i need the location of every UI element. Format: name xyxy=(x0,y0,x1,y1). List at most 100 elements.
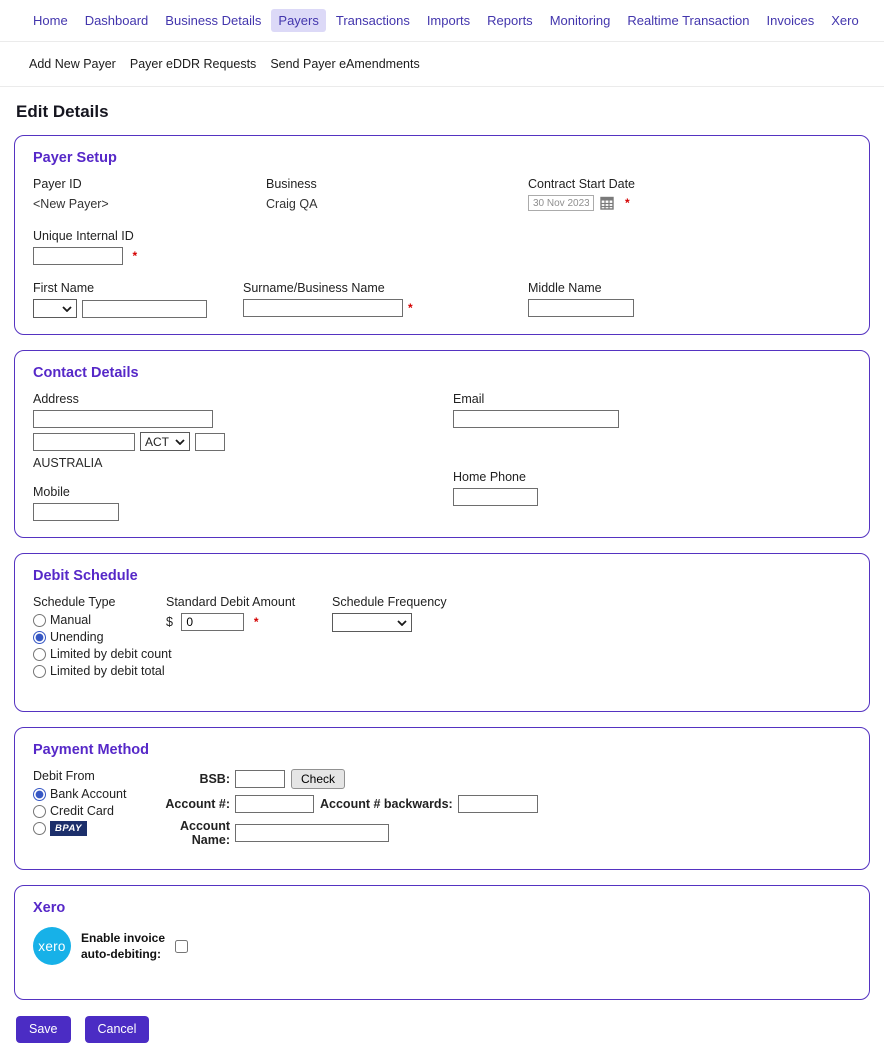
schedule-type-radio-manual[interactable] xyxy=(33,614,46,627)
xero-logo-icon: xero xyxy=(33,927,71,965)
amount-required-marker: * xyxy=(254,615,259,629)
country-label: AUSTRALIA xyxy=(33,456,453,470)
schedule-type-radio-limited-total[interactable] xyxy=(33,665,46,678)
nav-item-realtime-transaction[interactable]: Realtime Transaction xyxy=(620,9,756,32)
schedule-type-option-label: Manual xyxy=(50,613,91,627)
mobile-label: Mobile xyxy=(33,485,453,499)
debit-from-option-label: Credit Card xyxy=(50,804,114,818)
payer-id-value: <New Payer> xyxy=(33,197,109,211)
debit-from-label: Debit From xyxy=(33,769,145,783)
account-backwards-label: Account # backwards: xyxy=(314,797,458,811)
bsb-input[interactable] xyxy=(235,770,285,788)
schedule-type-option-limited-count[interactable]: Limited by debit count xyxy=(33,647,166,661)
surname-input[interactable] xyxy=(243,299,403,317)
contact-details-heading: Contact Details xyxy=(33,365,851,381)
bpay-logo: BPAY xyxy=(50,821,87,836)
enable-invoice-label-line1: Enable invoice xyxy=(81,930,165,946)
first-name-input[interactable] xyxy=(82,300,207,318)
nav-item-payers[interactable]: Payers xyxy=(271,9,325,32)
email-input[interactable] xyxy=(453,410,619,428)
schedule-type-option-unending[interactable]: Unending xyxy=(33,630,166,644)
nav-item-imports[interactable]: Imports xyxy=(420,9,477,32)
surname-required-marker: * xyxy=(408,301,413,315)
state-select-value: ACT xyxy=(145,435,169,449)
unique-internal-id-label: Unique Internal ID xyxy=(33,229,851,243)
nav-item-transactions[interactable]: Transactions xyxy=(329,9,417,32)
nav-item-monitoring[interactable]: Monitoring xyxy=(543,9,618,32)
payer-id-label: Payer ID xyxy=(33,177,266,191)
nav-item-invoices[interactable]: Invoices xyxy=(760,9,822,32)
chevron-down-icon xyxy=(397,620,407,626)
nav-item-reports[interactable]: Reports xyxy=(480,9,540,32)
nav-item-dashboard[interactable]: Dashboard xyxy=(78,9,156,32)
middle-name-input[interactable] xyxy=(528,299,634,317)
debit-from-radio-bpay[interactable] xyxy=(33,822,46,835)
contract-start-date-input[interactable] xyxy=(528,195,594,211)
schedule-type-option-limited-total[interactable]: Limited by debit total xyxy=(33,664,166,678)
schedule-frequency-select[interactable] xyxy=(332,613,412,632)
schedule-type-radio-limited-count[interactable] xyxy=(33,648,46,661)
chevron-down-icon xyxy=(62,306,72,312)
account-backwards-input[interactable] xyxy=(458,795,538,813)
business-label: Business xyxy=(266,177,528,191)
debit-from-radio-credit-card[interactable] xyxy=(33,805,46,818)
nav-item-business-details[interactable]: Business Details xyxy=(158,9,268,32)
debit-from-option-bank-account[interactable]: Bank Account xyxy=(33,787,145,801)
payer-setup-heading: Payer Setup xyxy=(33,150,851,166)
state-select[interactable]: ACT xyxy=(140,432,190,451)
xero-section: Xero xero Enable invoice auto-debiting: xyxy=(14,885,870,1000)
schedule-type-option-label: Limited by debit count xyxy=(50,647,172,661)
calendar-icon[interactable] xyxy=(600,196,614,210)
address-city-input[interactable] xyxy=(33,433,135,451)
debit-from-option-label: Bank Account xyxy=(50,787,126,801)
unique-internal-id-input[interactable] xyxy=(33,247,123,265)
contract-start-required-marker: * xyxy=(625,196,630,210)
address-label: Address xyxy=(33,392,453,406)
nav-item-xero[interactable]: Xero xyxy=(824,9,865,32)
contact-details-section: Contact Details Address ACT AUSTRALIA Mo… xyxy=(14,350,870,538)
chevron-down-icon xyxy=(175,439,185,445)
cancel-button[interactable]: Cancel xyxy=(85,1016,150,1043)
home-phone-input[interactable] xyxy=(453,488,538,506)
postcode-input[interactable] xyxy=(195,433,225,451)
save-button[interactable]: Save xyxy=(16,1016,71,1043)
payment-method-section: Payment Method Debit From Bank Account C… xyxy=(14,727,870,870)
debit-from-radio-bank-account[interactable] xyxy=(33,788,46,801)
mobile-input[interactable] xyxy=(33,503,119,521)
page-title: Edit Details xyxy=(16,102,868,122)
schedule-type-option-manual[interactable]: Manual xyxy=(33,613,166,627)
middle-name-label: Middle Name xyxy=(528,281,634,295)
account-number-label: Account #: xyxy=(145,797,235,811)
nav-item-home[interactable]: Home xyxy=(26,9,75,32)
currency-symbol: $ xyxy=(166,615,173,629)
title-select[interactable] xyxy=(33,299,77,318)
subnav-item-payer-eddr-requests[interactable]: Payer eDDR Requests xyxy=(127,55,259,73)
enable-invoice-label-line2: auto-debiting: xyxy=(81,946,165,962)
account-number-input[interactable] xyxy=(235,795,314,813)
home-phone-label: Home Phone xyxy=(453,470,619,484)
schedule-type-option-label: Limited by debit total xyxy=(50,664,165,678)
check-button[interactable]: Check xyxy=(291,769,345,789)
debit-from-option-credit-card[interactable]: Credit Card xyxy=(33,804,145,818)
standard-debit-amount-input[interactable] xyxy=(181,613,244,631)
schedule-frequency-label: Schedule Frequency xyxy=(332,595,447,609)
email-label: Email xyxy=(453,392,619,406)
xero-heading: Xero xyxy=(33,900,851,916)
first-name-label: First Name xyxy=(33,281,243,295)
enable-invoice-auto-debiting-label: Enable invoice auto-debiting: xyxy=(81,930,165,962)
contract-start-date-label: Contract Start Date xyxy=(528,177,635,191)
account-name-input[interactable] xyxy=(235,824,389,842)
business-value: Craig QA xyxy=(266,197,317,211)
sub-nav: Add New Payer Payer eDDR Requests Send P… xyxy=(0,42,884,87)
debit-from-option-bpay[interactable]: BPAY xyxy=(33,821,145,836)
subnav-item-add-new-payer[interactable]: Add New Payer xyxy=(26,55,119,73)
address-line1-input[interactable] xyxy=(33,410,213,428)
surname-label: Surname/Business Name xyxy=(243,281,528,295)
schedule-type-label: Schedule Type xyxy=(33,595,166,609)
schedule-type-option-label: Unending xyxy=(50,630,104,644)
schedule-type-radio-unending[interactable] xyxy=(33,631,46,644)
account-name-label: Account Name: xyxy=(145,819,235,847)
payer-setup-section: Payer Setup Payer ID <New Payer> Busines… xyxy=(14,135,870,335)
enable-invoice-auto-debiting-checkbox[interactable] xyxy=(175,940,188,953)
subnav-item-send-payer-eamendments[interactable]: Send Payer eAmendments xyxy=(267,55,422,73)
